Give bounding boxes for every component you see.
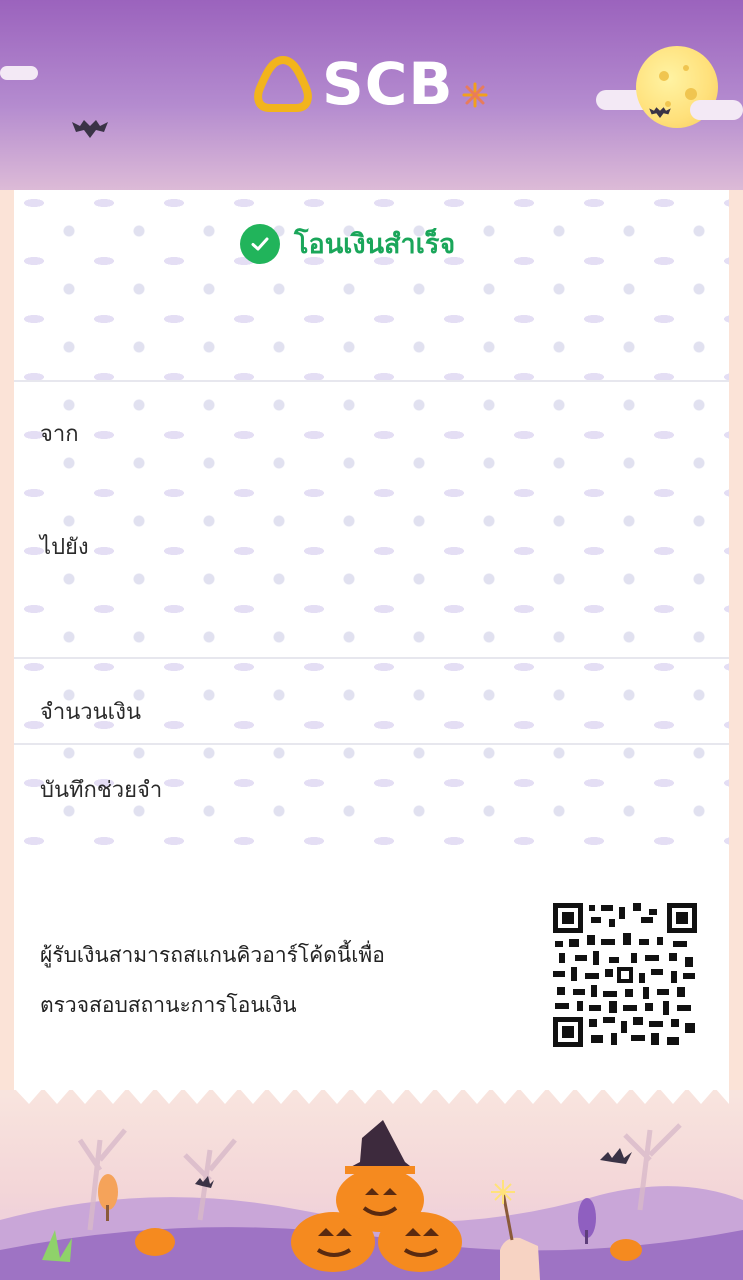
- amount-label: จำนวนเงิน: [40, 700, 141, 725]
- qr-code-icon[interactable]: [553, 903, 697, 1047]
- divider: [14, 380, 729, 382]
- status-text: โอนเงินสำเร็จ: [294, 229, 456, 260]
- scb-logo: SCB: [252, 52, 492, 116]
- transfer-status: โอนเงินสำเร็จ: [240, 222, 455, 265]
- bat-icon: [72, 120, 108, 138]
- cloud-decoration: [0, 66, 38, 80]
- qr-instruction-line-2: ตรวจสอบสถานะการโอนเงิน: [40, 993, 297, 1017]
- qr-instruction-line-1: ผู้รับเงินสามารถสแกนคิวอาร์โค้ดนี้เพื่อ: [40, 943, 385, 967]
- brand-name: SCB: [322, 50, 454, 118]
- left-border: [0, 190, 14, 1090]
- to-label: ไปยัง: [40, 535, 89, 560]
- memo-label: บันทึกช่วยจำ: [40, 778, 163, 803]
- divider: [14, 657, 729, 659]
- bat-icon: [649, 107, 671, 118]
- scb-emblem-icon: [254, 55, 312, 112]
- right-border: [729, 190, 743, 1090]
- divider: [14, 743, 729, 745]
- cloud-decoration: [690, 100, 743, 120]
- check-circle-icon: [240, 223, 280, 264]
- from-label: จาก: [40, 422, 79, 447]
- qr-instruction: ผู้รับเงินสามารถสแกนคิวอาร์โค้ดนี้เพื่อ …: [40, 930, 520, 1030]
- sparkle-icon: [462, 82, 488, 108]
- halloween-scene: [0, 1120, 743, 1280]
